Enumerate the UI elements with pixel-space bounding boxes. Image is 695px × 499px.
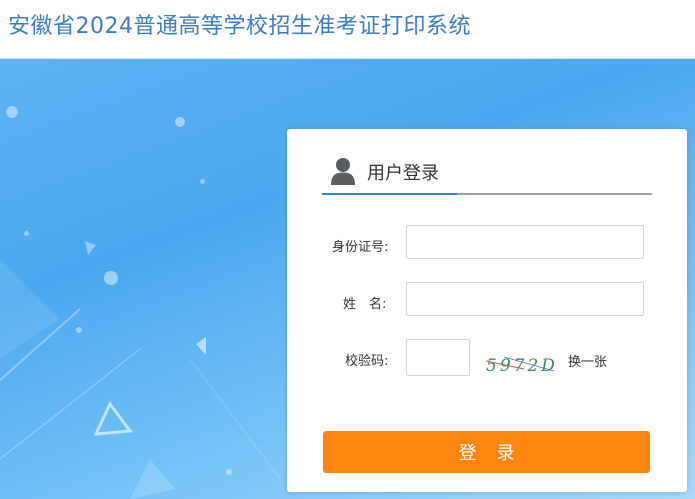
captcha-label: 校验码: — [345, 354, 389, 369]
id-number-input[interactable] — [406, 225, 644, 259]
login-panel-title: 用户登录 — [367, 163, 439, 184]
captcha-image[interactable]: 5972D — [484, 351, 560, 377]
captcha-input[interactable] — [406, 339, 470, 376]
site-header: 安徽省2024普通高等学校招生准考证打印系统 — [0, 0, 695, 59]
user-icon — [331, 158, 355, 185]
decorative-dot — [200, 179, 205, 184]
login-button[interactable]: 登录 — [323, 431, 650, 473]
id-number-label: 身份证号: — [332, 240, 389, 255]
decorative-dot — [175, 117, 185, 127]
decorative-dot — [24, 231, 29, 236]
login-panel: 用户登录 身份证号: 姓 名: 校验码: 5972D 换一张 登录 — [287, 129, 687, 492]
site-title: 安徽省2024普通高等学校招生准考证打印系统 — [8, 14, 471, 39]
decorative-dot — [226, 469, 232, 475]
login-panel-header: 用户登录 — [322, 157, 652, 195]
decorative-dot — [104, 271, 118, 285]
decorative-dot — [76, 327, 82, 333]
decorative-dot — [6, 106, 18, 118]
name-input[interactable] — [406, 282, 644, 316]
refresh-captcha-link[interactable]: 换一张 — [568, 351, 607, 370]
name-label: 姓 名: — [343, 297, 387, 312]
header-accent-underline — [322, 193, 457, 195]
captcha-text: 5972D — [486, 356, 558, 376]
